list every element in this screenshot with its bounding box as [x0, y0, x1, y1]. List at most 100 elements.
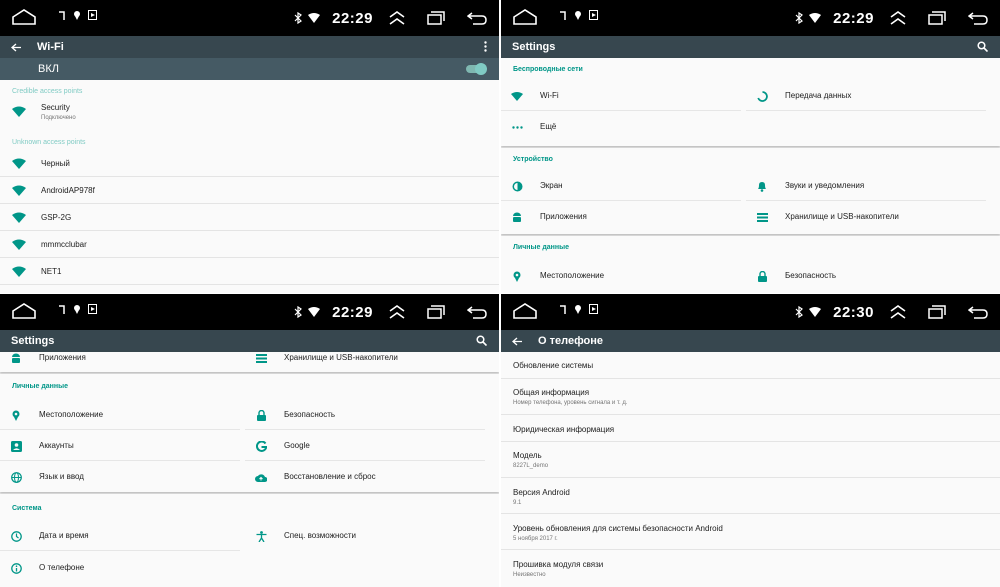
cloud-upload-icon	[255, 471, 267, 483]
return-icon[interactable]	[968, 11, 988, 25]
wifi-network-row[interactable]: Черный	[0, 150, 499, 177]
bluetooth-icon	[294, 306, 303, 318]
wifi-list: Credible access points Security Подключе…	[0, 80, 499, 285]
settings-item-label: О телефоне	[39, 563, 85, 572]
about-item-subtitle: 5 ноября 2017 г.	[513, 536, 558, 542]
settings-item-apps[interactable]: Приложения	[0, 352, 240, 372]
settings-item-about-phone[interactable]: О телефоне	[0, 552, 240, 583]
google-icon	[255, 440, 267, 452]
settings-item-backup-reset[interactable]: Восстановление и сброс	[245, 461, 485, 492]
about-item-title: Обновление системы	[513, 361, 594, 370]
category-header: Личные данные	[12, 383, 68, 390]
more-vert-icon[interactable]	[484, 41, 487, 52]
back-arrow-icon[interactable]	[512, 337, 522, 346]
lock-icon	[756, 270, 768, 282]
about-item-title: Уровень обновления для системы безопасно…	[513, 524, 723, 533]
settings-item-label: Дата и время	[39, 531, 89, 540]
settings-item-label: Хранилище и USB-накопители	[284, 353, 398, 362]
settings-item-label: Звуки и уведомления	[785, 181, 865, 190]
about-item[interactable]: Общая информация Номер телефона, уровень…	[501, 379, 1000, 415]
settings-item-sound[interactable]: Звуки и уведомления	[746, 170, 986, 201]
credible-header: Credible access points	[12, 88, 83, 95]
about-item[interactable]: Версия Android 9.1	[501, 478, 1000, 514]
settings-item-wifi[interactable]: Wi-Fi	[501, 80, 741, 111]
wifi-switch-label: ВКЛ	[38, 63, 59, 75]
home-icon[interactable]	[12, 8, 36, 31]
settings-item-language[interactable]: Язык и ввод	[0, 461, 240, 492]
settings-app-bar: Settings	[501, 36, 1000, 58]
settings-item-google[interactable]: Google	[245, 430, 485, 461]
search-icon[interactable]	[476, 335, 487, 346]
settings-item-label: Приложения	[39, 353, 86, 362]
media-icon	[589, 304, 598, 314]
home-icon[interactable]	[12, 302, 36, 325]
personal-card: Личные данные Местоположение Безопасност…	[501, 236, 1000, 293]
network-name: NET1	[41, 267, 62, 276]
about-item[interactable]: Модель 8227L_demo	[501, 442, 1000, 478]
device-card-partial: Приложения Хранилище и USB-накопители	[0, 352, 499, 372]
android-icon	[10, 352, 22, 364]
eject-icon[interactable]	[389, 11, 405, 25]
about-item[interactable]: Обновление системы	[501, 352, 1000, 379]
settings-item-location[interactable]: Местоположение	[0, 399, 240, 430]
settings-item-storage[interactable]: Хранилище и USB-накопители	[245, 352, 485, 372]
wifi-app-bar: Wi-Fi	[0, 36, 499, 58]
settings-item-label: Спец. возможности	[284, 531, 356, 540]
recent-apps-icon[interactable]	[427, 11, 445, 25]
return-icon[interactable]	[467, 11, 487, 25]
about-item[interactable]: Прошивка модуля связи Неизвестно	[501, 550, 1000, 586]
wifi-toggle[interactable]	[466, 63, 487, 75]
settings-item-accessibility[interactable]: Спец. возможности	[245, 520, 485, 551]
system-status-bar: 22:29	[0, 0, 499, 36]
wifi-network-row[interactable]: mmmcclubar	[0, 231, 499, 258]
settings-item-date-time[interactable]: Дата и время	[0, 520, 240, 551]
eject-icon[interactable]	[890, 305, 906, 319]
home-icon[interactable]	[513, 8, 537, 31]
wifi-signal-icon	[12, 106, 26, 117]
clock: 22:29	[332, 9, 373, 27]
network-name: Черный	[41, 159, 70, 168]
about-item-subtitle: 9.1	[513, 500, 522, 506]
settings-item-accounts[interactable]: Аккаунты	[0, 430, 240, 461]
settings-item-label: Аккаунты	[39, 441, 74, 450]
about-item[interactable]: Юридическая информация	[501, 415, 1000, 442]
eject-icon[interactable]	[389, 305, 405, 319]
settings-item-label: Wi-Fi	[540, 91, 559, 100]
wifi-network-row[interactable]: Security Подключено	[0, 98, 499, 133]
storage-icon	[255, 352, 267, 364]
return-icon[interactable]	[968, 305, 988, 319]
wifi-switch-bar[interactable]: ВКЛ	[0, 58, 499, 80]
settings-item-data-usage[interactable]: Передача данных	[746, 80, 986, 111]
settings-item-label: Ещё	[540, 122, 557, 131]
wifi-signal-icon	[12, 185, 26, 196]
about-item[interactable]: Уровень обновления для системы безопасно…	[501, 514, 1000, 550]
settings-item-security[interactable]: Безопасность	[245, 399, 485, 430]
settings-item-storage[interactable]: Хранилище и USB-накопители	[746, 201, 986, 232]
category-header: Личные данные	[513, 244, 569, 251]
return-icon[interactable]	[467, 305, 487, 319]
wifi-signal-icon	[12, 158, 26, 169]
device-card: Устройство Экран Звуки и уведомления При…	[501, 148, 1000, 234]
wifi-icon	[308, 307, 321, 317]
eject-icon[interactable]	[890, 11, 906, 25]
wifi-network-row[interactable]: AndroidAP978f	[0, 177, 499, 204]
wifi-network-row[interactable]: NET1	[0, 258, 499, 285]
bell-icon	[756, 180, 768, 192]
back-arrow-icon[interactable]	[11, 43, 21, 52]
recent-apps-icon[interactable]	[427, 305, 445, 319]
wifi-signal-icon	[12, 266, 26, 277]
wifi-screen: 22:29 Wi-Fi ВКЛ Credible access points S…	[0, 0, 499, 293]
globe-icon	[10, 471, 22, 483]
settings-item-location[interactable]: Местоположение	[501, 260, 741, 291]
search-icon[interactable]	[977, 41, 988, 52]
home-icon[interactable]	[513, 302, 537, 325]
recent-apps-icon[interactable]	[928, 11, 946, 25]
wifi-network-row[interactable]: GSP-2G	[0, 204, 499, 231]
settings-item-security[interactable]: Безопасность	[746, 260, 986, 291]
settings-item-apps[interactable]: Приложения	[501, 201, 741, 232]
recent-apps-icon[interactable]	[928, 305, 946, 319]
settings-item-display[interactable]: Экран	[501, 170, 741, 201]
location-icon	[74, 305, 80, 314]
settings-item-more[interactable]: Ещё	[501, 111, 741, 142]
settings-item-label: Язык и ввод	[39, 472, 84, 481]
